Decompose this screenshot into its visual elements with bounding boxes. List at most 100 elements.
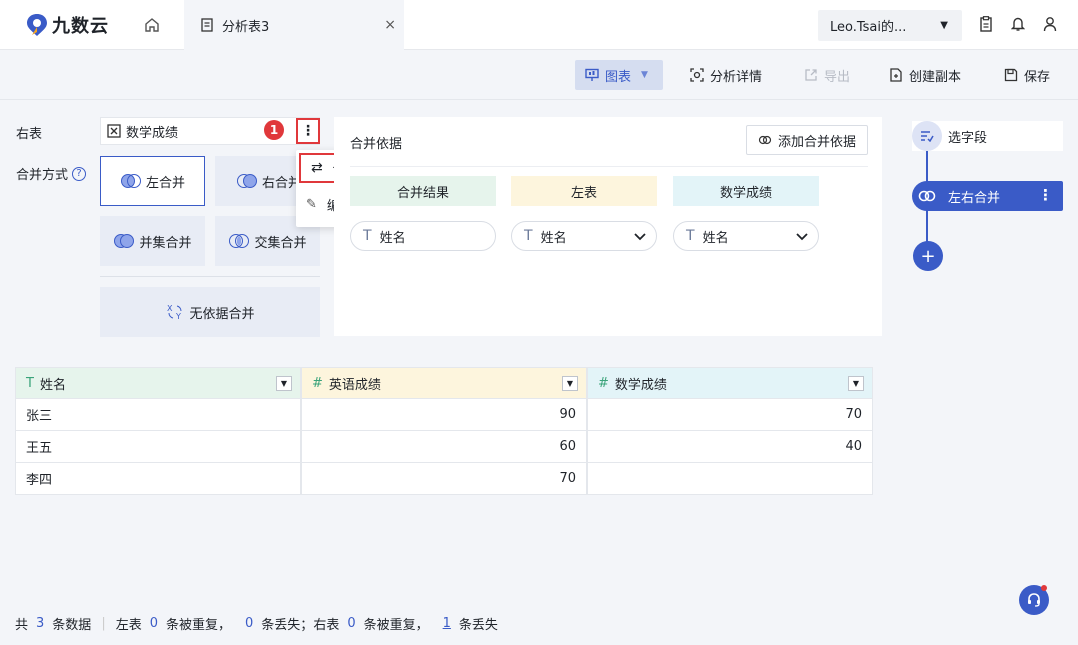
table-cell: 90 bbox=[301, 399, 587, 431]
text-type-icon: T bbox=[686, 228, 695, 244]
logo-icon bbox=[27, 14, 47, 36]
union-join-icon bbox=[113, 233, 135, 249]
left-lost-count: 0 bbox=[245, 616, 254, 631]
table-row: 张三 90 70 bbox=[15, 399, 873, 431]
chart-button-label: 图表 bbox=[605, 69, 632, 85]
left-dup-count: 0 bbox=[149, 616, 158, 631]
more-options-button[interactable]: ⋮ bbox=[296, 118, 320, 144]
headset-icon bbox=[1028, 593, 1040, 607]
clipboard-icon[interactable] bbox=[977, 15, 995, 33]
left-merge-button[interactable]: 左合并 bbox=[100, 156, 205, 206]
pencil-icon: ✎ bbox=[306, 196, 317, 212]
plus-icon: + bbox=[920, 245, 936, 267]
help-circle-icon[interactable]: ? bbox=[72, 166, 87, 181]
column-header-label: 姓名 bbox=[39, 377, 66, 393]
filter-list-icon bbox=[912, 121, 942, 151]
text-type-icon: T bbox=[26, 375, 34, 391]
union-merge-label: 并集合并 bbox=[139, 235, 192, 251]
right-dup-count: 0 bbox=[347, 616, 356, 631]
notification-dot bbox=[1041, 585, 1047, 591]
right-field-value: 姓名 bbox=[702, 230, 729, 246]
user-name: Leo.Tsai的... bbox=[830, 20, 907, 35]
footer-text: 条丢失 bbox=[458, 618, 498, 633]
right-lost-count[interactable]: 1 bbox=[443, 616, 451, 631]
home-tab[interactable] bbox=[140, 15, 164, 35]
merge-method-text: 合并方式 bbox=[16, 168, 69, 183]
divider bbox=[100, 276, 320, 277]
merge-circles-icon bbox=[912, 181, 942, 211]
dropdown-icon[interactable]: ▼ bbox=[562, 376, 578, 391]
table-cell: 60 bbox=[301, 431, 587, 463]
tab-analysis-table[interactable]: 分析表3 × bbox=[184, 0, 404, 50]
export-button[interactable]: 导出 bbox=[804, 60, 850, 90]
right-field-select[interactable]: T 姓名 bbox=[673, 221, 819, 251]
add-basis-button[interactable]: 添加合并依据 bbox=[746, 125, 868, 155]
right-join-icon bbox=[236, 173, 258, 189]
dropdown-icon[interactable]: ▼ bbox=[848, 376, 864, 391]
more-vertical-icon: ⋮ bbox=[301, 123, 315, 139]
footer-text: 右表 bbox=[313, 618, 340, 633]
result-field-input[interactable]: T 姓名 bbox=[350, 221, 496, 251]
left-join-icon bbox=[120, 173, 142, 189]
table-header-row: T 姓名 ▼ # 英语成绩 ▼ # 数学成绩 ▼ bbox=[15, 367, 873, 399]
swap-icon: ⇄ bbox=[311, 160, 323, 176]
presentation-icon bbox=[585, 68, 599, 82]
footer-text: 条丢失； bbox=[261, 618, 314, 633]
caret-down-icon: ▼ bbox=[641, 70, 648, 80]
chart-button[interactable]: 图表 ▼ bbox=[575, 60, 663, 90]
union-merge-button[interactable]: 并集合并 bbox=[100, 216, 205, 266]
text-type-icon: T bbox=[524, 228, 533, 244]
save-label: 保存 bbox=[1024, 69, 1051, 85]
total-count: 3 bbox=[36, 616, 45, 631]
table-cell: 70 bbox=[301, 463, 587, 495]
footer-text: 左表 bbox=[115, 618, 142, 633]
chevron-down-icon bbox=[796, 233, 808, 241]
link-icon bbox=[758, 135, 772, 145]
no-basis-merge-button[interactable]: XY 无依据合并 bbox=[100, 287, 320, 337]
app-logo[interactable]: 九数云 bbox=[26, 13, 109, 37]
column-header-name[interactable]: T 姓名 ▼ bbox=[15, 367, 301, 399]
column-header-english[interactable]: # 英语成绩 ▼ bbox=[301, 367, 587, 399]
footer-text: 条被重复， bbox=[363, 618, 429, 633]
add-step-button[interactable]: + bbox=[913, 241, 943, 271]
right-table-select[interactable]: 数学成绩 bbox=[100, 117, 320, 145]
copy-icon bbox=[889, 68, 903, 82]
export-icon bbox=[804, 68, 818, 82]
left-merge-label: 左合并 bbox=[145, 175, 185, 191]
save-icon bbox=[1004, 68, 1018, 82]
right-table-value: 数学成绩 bbox=[126, 125, 179, 141]
export-label: 导出 bbox=[824, 69, 851, 85]
more-vertical-icon[interactable]: ⋮ bbox=[1038, 186, 1053, 204]
footer-text: 条被重复， bbox=[166, 618, 232, 633]
divider bbox=[350, 166, 868, 167]
xy-swap-icon: XY bbox=[165, 303, 185, 321]
caret-down-icon: ▼ bbox=[940, 20, 948, 31]
create-copy-button[interactable]: 创建副本 bbox=[889, 60, 961, 90]
right-table-label: 右表 bbox=[16, 127, 43, 142]
user-icon[interactable] bbox=[1041, 15, 1059, 33]
select-fields-label: 选字段 bbox=[948, 130, 988, 146]
tab-close-icon[interactable]: × bbox=[384, 17, 396, 33]
bell-icon[interactable] bbox=[1009, 15, 1027, 33]
table-cell bbox=[587, 463, 873, 495]
save-button[interactable]: 保存 bbox=[1004, 60, 1050, 90]
table-cell: 王五 bbox=[15, 431, 301, 463]
analysis-detail-button[interactable]: 分析详情 bbox=[690, 60, 762, 90]
status-footer: 共 3 条数据 | 左表 0 条被重复， 0 条丢失； 右表 0 条被重复， 1… bbox=[15, 614, 498, 633]
left-table-header: 左表 bbox=[511, 176, 657, 206]
analysis-detail-label: 分析详情 bbox=[710, 69, 763, 85]
left-field-value: 姓名 bbox=[540, 230, 567, 246]
left-field-select[interactable]: T 姓名 bbox=[511, 221, 657, 251]
dropdown-icon[interactable]: ▼ bbox=[276, 376, 292, 391]
column-header-math[interactable]: # 数学成绩 ▼ bbox=[587, 367, 873, 399]
right-table-header: 数学成绩 bbox=[673, 176, 819, 206]
user-dropdown[interactable]: Leo.Tsai的... ▼ bbox=[818, 10, 962, 41]
divider: | bbox=[101, 616, 106, 631]
footer-text: 共 bbox=[15, 618, 29, 633]
column-header-label: 数学成绩 bbox=[614, 377, 667, 393]
no-basis-merge-label: 无依据合并 bbox=[189, 306, 255, 322]
table-cell: 70 bbox=[587, 399, 873, 431]
table-cell: 李四 bbox=[15, 463, 301, 495]
merge-result-header: 合并结果 bbox=[350, 176, 496, 206]
merge-basis-title: 合并依据 bbox=[350, 137, 403, 152]
